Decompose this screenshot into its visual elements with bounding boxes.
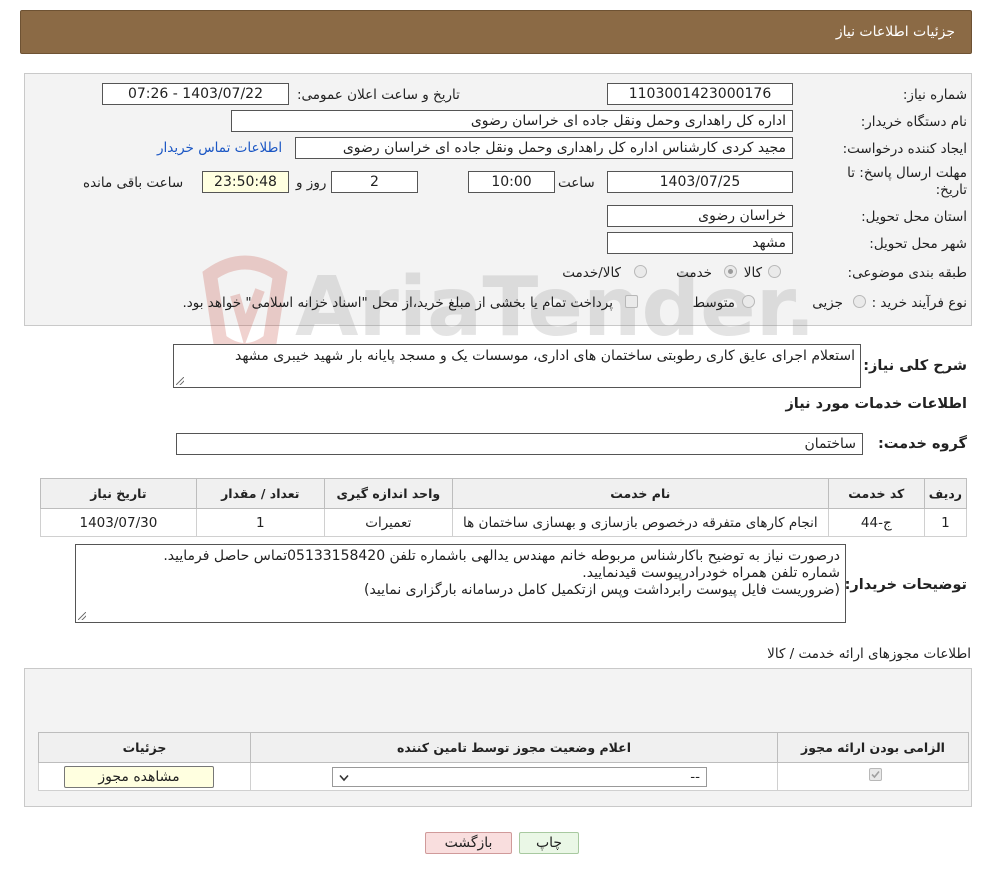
resize-grip-icon[interactable] <box>78 612 86 620</box>
services-section-title: اطلاعات خدمات مورد نیاز <box>785 396 967 412</box>
requester-field: مجید کردی کارشناس اداره کل راهداری وحمل … <box>295 137 793 159</box>
check-icon <box>871 770 880 779</box>
province-field: خراسان رضوی <box>607 205 793 227</box>
category-radio-goods[interactable] <box>768 265 781 278</box>
need-number-label: شماره نیاز: <box>902 87 967 103</box>
col-service-name: نام خدمت <box>451 478 829 509</box>
purchase-type-label: نوع فرآیند خرید : <box>871 295 967 311</box>
city-label: شهر محل تحویل: <box>869 236 967 252</box>
col-permit-status: اعلام وضعیت مجوز توسط تامین کننده <box>250 732 778 763</box>
buyer-notes-line: درصورت نیاز به توضیح باکارشناس مربوطه خا… <box>163 548 840 564</box>
announce-datetime-label: تاریخ و ساعت اعلان عمومی: <box>297 87 460 103</box>
col-permit-details: جزئیات <box>38 732 251 763</box>
purchase-option-medium: متوسط <box>692 295 735 311</box>
col-unit: واحد اندازه گیری <box>323 478 453 509</box>
table-row: 1 ج-44 انجام کارهای متفرقه درخصوص بازساز… <box>40 508 968 537</box>
buyer-notes-line: (ضروریست فایل پیوست رابرداشت وپس ازتکمیل… <box>364 582 840 598</box>
buyer-notes-line: شماره تلفن همراه خودرادرپیوست قیدنمایید. <box>582 565 840 581</box>
permit-required-checkbox[interactable] <box>869 768 882 781</box>
print-button[interactable]: چاپ <box>519 832 579 854</box>
remaining-time-field: 23:50:48 <box>202 171 289 193</box>
cell-row-number: 1 <box>923 508 968 537</box>
purchase-option-minor: جزیی <box>812 295 843 311</box>
announce-datetime-field: 1403/07/22 - 07:26 <box>102 83 289 105</box>
col-quantity: تعداد / مقدار <box>195 478 325 509</box>
province-label: استان محل تحویل: <box>861 209 967 225</box>
category-radio-service[interactable] <box>724 265 737 278</box>
permits-section-title: اطلاعات مجوزهای ارائه خدمت / کالا <box>767 646 971 662</box>
cell-service-code: ج-44 <box>827 508 925 537</box>
buyer-contact-link[interactable]: اطلاعات تماس خریدار <box>157 140 282 156</box>
back-button[interactable]: بازگشت <box>425 832 512 854</box>
buyer-org-label: نام دستگاه خریدار: <box>860 114 967 130</box>
deadline-days-label: روز و <box>296 175 327 191</box>
permits-table-header: الزامی بودن ارائه مجوز اعلام وضعیت مجوز … <box>38 732 969 763</box>
service-group-label: گروه خدمت: <box>877 436 967 452</box>
deadline-time-field: 10:00 <box>468 171 555 193</box>
resize-grip-icon[interactable] <box>176 377 184 385</box>
cell-service-name: انجام کارهای متفرقه درخصوص بازسازی و بهس… <box>451 508 829 537</box>
cell-need-date: 1403/07/30 <box>40 508 197 537</box>
services-table: ردیف کد خدمت نام خدمت واحد اندازه گیری ت… <box>40 478 968 537</box>
treasury-payment-note: پرداخت تمام یا بخشی از مبلغ خرید،از محل … <box>182 295 613 311</box>
need-number-field: 1103001423000176 <box>607 83 793 105</box>
chevron-down-icon <box>339 774 349 781</box>
view-permit-button[interactable]: مشاهده مجوز <box>64 765 214 788</box>
col-service-code: کد خدمت <box>827 478 925 509</box>
col-need-date: تاریخ نیاز <box>40 478 197 509</box>
table-row: -- مشاهده مجوز <box>38 762 969 791</box>
page-title: جزئیات اطلاعات نیاز <box>835 24 955 40</box>
permits-table: الزامی بودن ارائه مجوز اعلام وضعیت مجوز … <box>38 732 969 791</box>
permit-status-selected: -- <box>690 768 700 785</box>
buyer-notes-label: توضیحات خریدار: <box>844 577 967 593</box>
remaining-time-label: ساعت باقی مانده <box>83 175 184 191</box>
col-row-number: ردیف <box>923 478 968 509</box>
page-header: جزئیات اطلاعات نیاز <box>20 10 972 54</box>
requester-label: ایجاد کننده درخواست: <box>842 141 967 157</box>
deadline-days-field: 2 <box>331 171 418 193</box>
category-option-goods-service: کالا/خدمت <box>562 265 621 281</box>
purchase-radio-medium[interactable] <box>742 295 755 308</box>
cell-unit: تعمیرات <box>323 508 453 537</box>
service-group-field: ساختمان <box>176 433 863 455</box>
general-description-label: شرح کلی نیاز: <box>863 358 967 374</box>
category-option-service: خدمت <box>676 265 712 281</box>
permit-status-select[interactable]: -- <box>332 766 707 787</box>
buyer-org-field: اداره کل راهداری وحمل ونقل جاده ای خراسا… <box>231 110 793 132</box>
category-label: طبقه بندی موضوعی: <box>847 265 967 281</box>
category-radio-goods-service[interactable] <box>634 265 647 278</box>
general-description-field[interactable]: استعلام اجرای عایق کاری رطوبتی ساختمان ه… <box>173 344 861 388</box>
col-permit-required: الزامی بودن ارائه مجوز <box>777 732 969 763</box>
city-field: مشهد <box>607 232 793 254</box>
purchase-radio-minor[interactable] <box>853 295 866 308</box>
cell-quantity: 1 <box>195 508 325 537</box>
category-option-goods: کالا <box>743 265 762 281</box>
general-description-text: استعلام اجرای عایق کاری رطوبتی ساختمان ه… <box>234 348 855 364</box>
deadline-label: مهلت ارسال پاسخ: تا تاریخ: <box>847 165 967 198</box>
buyer-notes-field[interactable]: درصورت نیاز به توضیح باکارشناس مربوطه خا… <box>75 544 846 623</box>
services-table-header: ردیف کد خدمت نام خدمت واحد اندازه گیری ت… <box>40 478 968 509</box>
treasury-payment-checkbox[interactable] <box>625 295 638 308</box>
deadline-time-label: ساعت <box>558 175 595 191</box>
deadline-date-field: 1403/07/25 <box>607 171 793 193</box>
